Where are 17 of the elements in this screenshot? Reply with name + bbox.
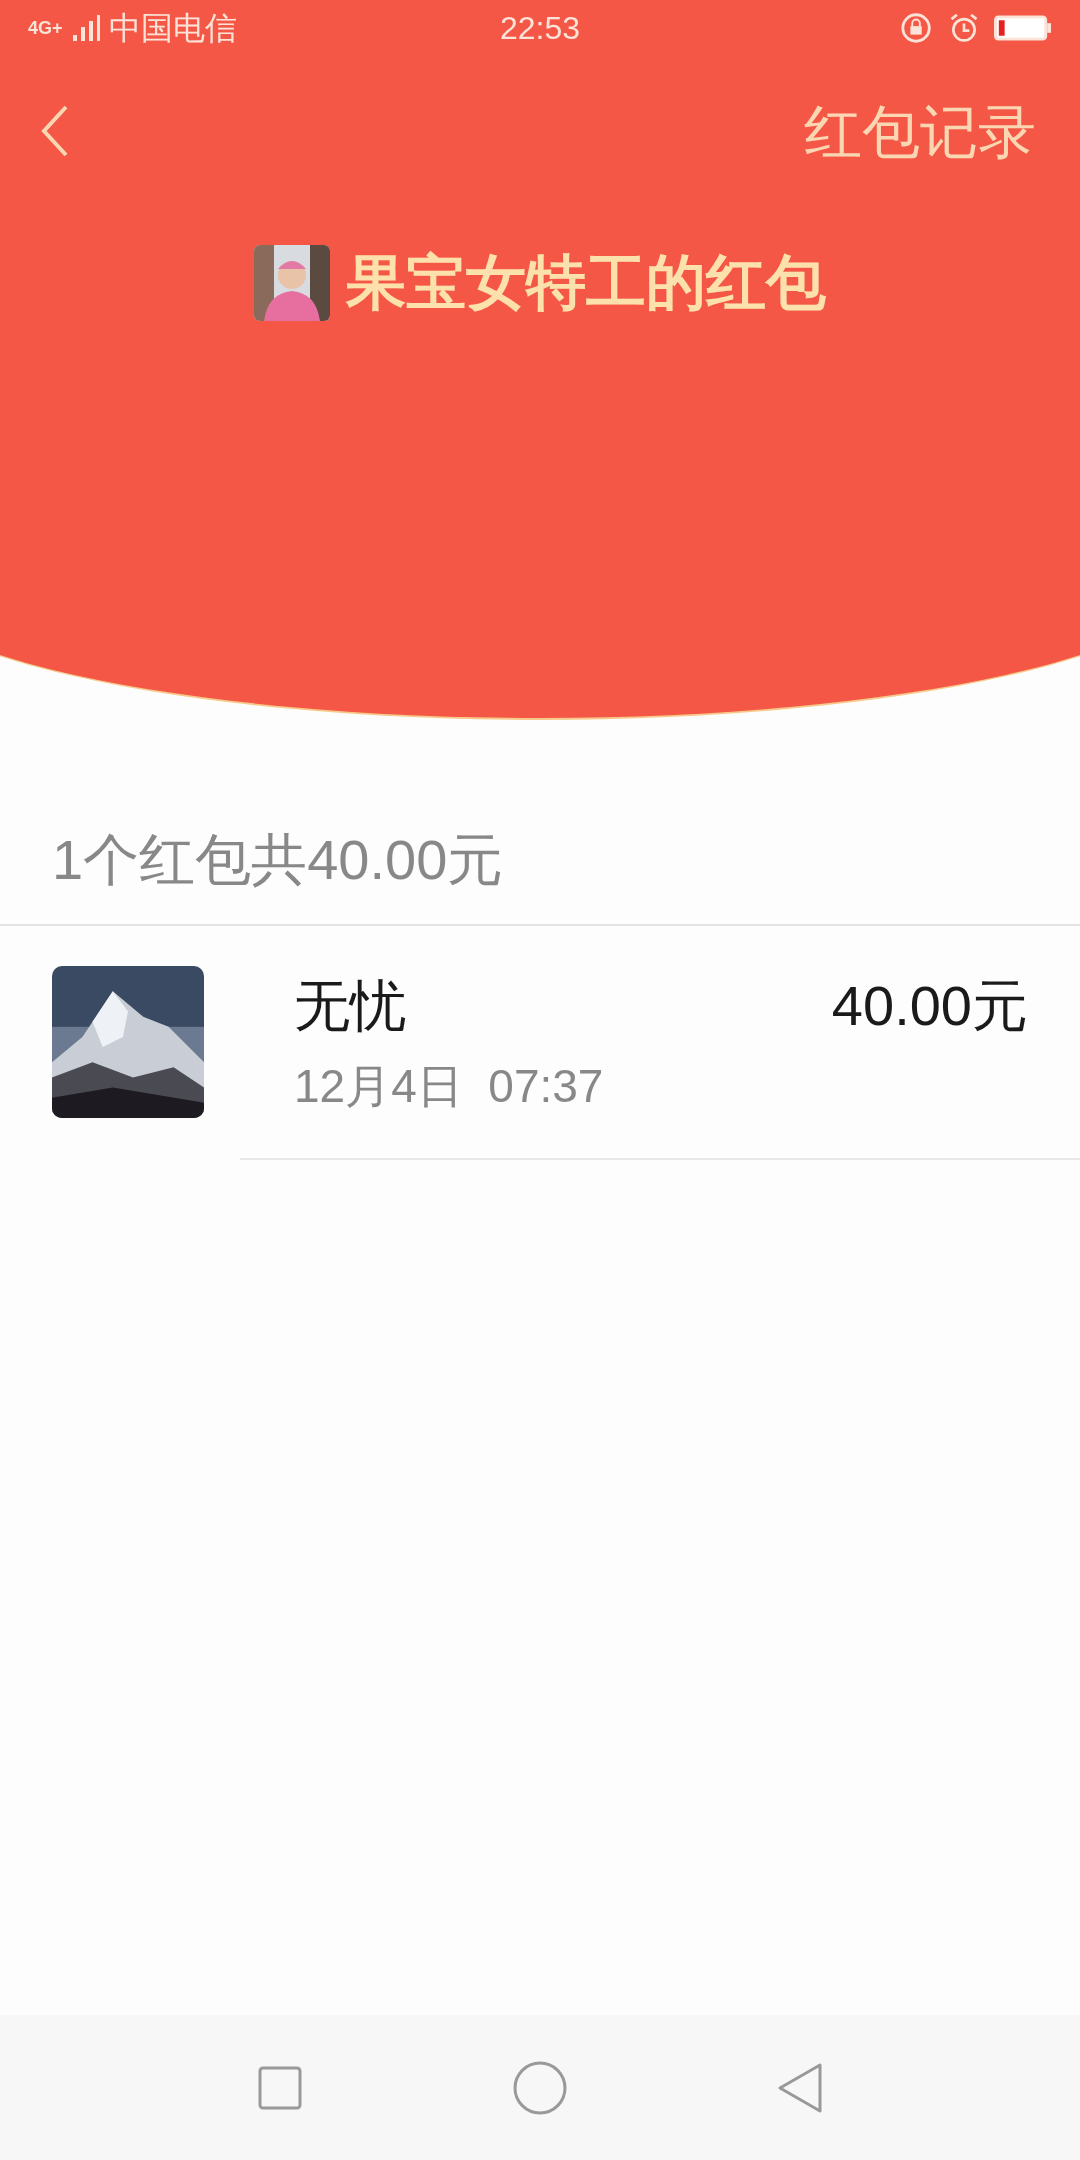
battery-icon: [994, 14, 1052, 42]
circle-icon: [513, 2060, 567, 2115]
record-amount: 40.00元: [831, 972, 1028, 1039]
record-time: 12月4日 07:37: [294, 1058, 605, 1114]
triangle-icon: [777, 2061, 823, 2114]
back-icon: [40, 104, 70, 158]
rotation-lock-icon: [900, 11, 934, 45]
carrier-name: 中国电信: [108, 9, 237, 48]
summary-text: 1个红包共40.00元: [52, 827, 504, 893]
network-label: 4G+: [28, 16, 63, 40]
sender-title: 果宝女特工的红包: [346, 248, 826, 318]
record-name: 无忧: [294, 972, 406, 1039]
alarm-icon: [948, 12, 980, 44]
clock-time: 22:53: [498, 9, 582, 48]
signal-icon: [70, 13, 101, 43]
records-link[interactable]: 红包记录: [804, 87, 1040, 175]
square-icon: [258, 2065, 302, 2110]
